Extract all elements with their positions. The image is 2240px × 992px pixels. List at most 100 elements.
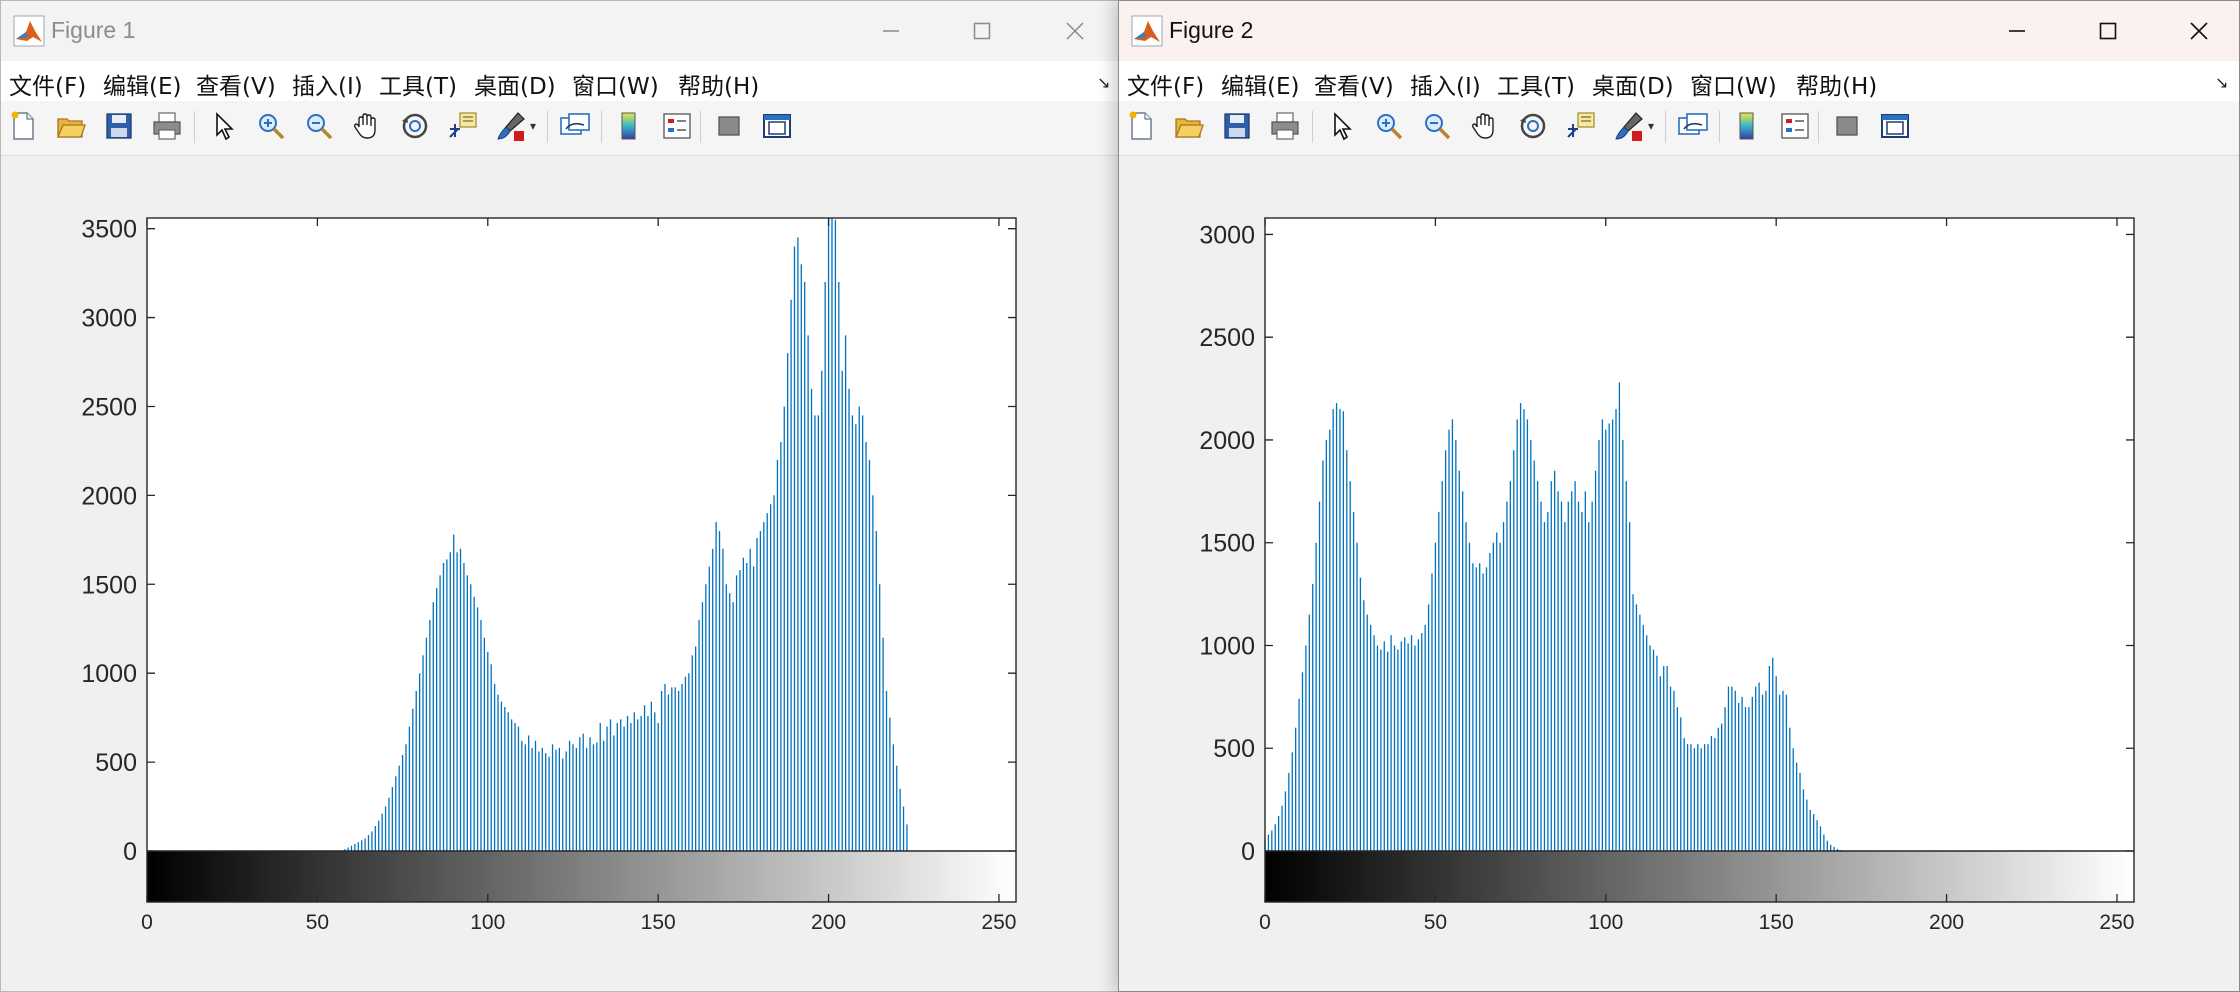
zoom-out-button[interactable] xyxy=(1420,109,1454,143)
menu-desktop[interactable]: 桌面(D) xyxy=(474,67,556,101)
close-button[interactable] xyxy=(1053,9,1097,53)
brush-dropdown-arrow-icon[interactable]: ▾ xyxy=(1648,119,1654,133)
axes-background xyxy=(1265,218,2134,902)
rotate-3d-icon xyxy=(402,113,428,139)
brush-button[interactable] xyxy=(494,109,528,143)
show-plot-tools-icon xyxy=(1881,114,1909,138)
y-tick-label: 3500 xyxy=(81,216,137,244)
y-tick-label: 2500 xyxy=(81,393,137,421)
zoom-out-button[interactable] xyxy=(302,109,336,143)
print-icon xyxy=(1271,112,1299,140)
pan-hand-icon xyxy=(353,113,376,139)
data-cursor-icon xyxy=(1567,112,1595,138)
histogram-axes[interactable]: 0 500 1000 1500 2000 2500 3000 0 50 100 150 200 250 xyxy=(1119,156,2240,992)
maximize-button[interactable] xyxy=(2086,9,2130,53)
brush-dropdown-arrow-icon[interactable]: ▾ xyxy=(530,119,536,133)
show-plot-tools-button[interactable] xyxy=(1878,109,1912,143)
maximize-icon xyxy=(973,22,991,40)
minimize-icon xyxy=(2009,30,2025,32)
new-figure-button[interactable] xyxy=(1124,109,1158,143)
data-cursor-button[interactable] xyxy=(1564,109,1598,143)
menu-help[interactable]: 帮助(H) xyxy=(1796,67,1877,101)
y-tick-label: 500 xyxy=(95,749,137,777)
menu-tools[interactable]: 工具(T) xyxy=(379,67,457,101)
menu-insert[interactable]: 插入(I) xyxy=(292,67,363,101)
maximize-button[interactable] xyxy=(960,9,1004,53)
figure-window-1: Figure 1 文件(F) 编辑(E) 查看(V) 插入(I) 工具(T) 桌… xyxy=(0,0,1120,992)
new-figure-button[interactable] xyxy=(6,109,40,143)
brush-icon xyxy=(497,112,525,141)
pointer-button[interactable] xyxy=(206,109,240,143)
gray-colorbar xyxy=(1265,851,2134,902)
menu-edit[interactable]: 编辑(E) xyxy=(103,67,181,101)
legend-button[interactable] xyxy=(1778,109,1812,143)
menu-help[interactable]: 帮助(H) xyxy=(678,67,759,101)
minimize-button[interactable] xyxy=(869,9,913,53)
title-bar[interactable]: Figure 1 xyxy=(1,1,1119,61)
save-button[interactable] xyxy=(102,109,136,143)
menu-view[interactable]: 查看(V) xyxy=(1314,67,1394,101)
save-button[interactable] xyxy=(1220,109,1254,143)
toolbar-separator xyxy=(1719,111,1720,143)
menu-edit[interactable]: 编辑(E) xyxy=(1221,67,1299,101)
menu-window[interactable]: 窗口(W) xyxy=(572,67,659,101)
pan-hand-button[interactable] xyxy=(350,109,384,143)
hide-plot-tools-icon xyxy=(1836,116,1858,136)
x-tick-label: 150 xyxy=(1759,911,1794,934)
legend-button[interactable] xyxy=(660,109,694,143)
y-tick-label: 1000 xyxy=(1199,632,1255,660)
dock-arrow-icon[interactable]: ↘ xyxy=(2215,73,2228,93)
link-plot-button[interactable] xyxy=(1676,109,1710,143)
x-tick-label: 0 xyxy=(1259,911,1271,934)
new-figure-icon xyxy=(1129,111,1152,140)
close-icon xyxy=(2190,22,2208,40)
pan-hand-icon xyxy=(1471,113,1494,139)
toolbar-separator xyxy=(1665,111,1666,143)
minimize-icon xyxy=(883,30,899,32)
y-tick-label: 1500 xyxy=(81,571,137,599)
close-button[interactable] xyxy=(2177,9,2221,53)
hide-plot-tools-button[interactable] xyxy=(1830,109,1864,143)
dock-arrow-icon[interactable]: ↘ xyxy=(1097,73,1110,93)
menu-file[interactable]: 文件(F) xyxy=(9,67,86,101)
new-figure-icon xyxy=(11,111,34,140)
show-plot-tools-icon xyxy=(763,114,791,138)
x-tick-label: 100 xyxy=(470,911,505,934)
rotate-3d-button[interactable] xyxy=(398,109,432,143)
x-tick-label: 0 xyxy=(141,911,153,934)
data-cursor-button[interactable] xyxy=(446,109,480,143)
toolbar-separator xyxy=(547,111,548,143)
show-plot-tools-button[interactable] xyxy=(760,109,794,143)
menu-desktop[interactable]: 桌面(D) xyxy=(1592,67,1674,101)
colorbar-button[interactable] xyxy=(1730,109,1764,143)
figure-toolbar: ▾ xyxy=(1119,101,2239,156)
pointer-button[interactable] xyxy=(1324,109,1358,143)
toolbar-separator xyxy=(1818,111,1819,143)
open-file-button[interactable] xyxy=(54,109,88,143)
menu-window[interactable]: 窗口(W) xyxy=(1690,67,1777,101)
histogram-axes[interactable]: 0 500 1000 1500 2000 2500 3000 3500 0 50 100 150 200… xyxy=(1,156,1120,992)
close-icon xyxy=(1066,22,1084,40)
x-tick-label: 200 xyxy=(1929,911,1964,934)
link-plot-icon xyxy=(1678,113,1708,135)
minimize-button[interactable] xyxy=(1995,9,2039,53)
print-button[interactable] xyxy=(150,109,184,143)
zoom-in-button[interactable] xyxy=(254,109,288,143)
menu-view[interactable]: 查看(V) xyxy=(196,67,276,101)
save-icon xyxy=(106,113,132,139)
menu-insert[interactable]: 插入(I) xyxy=(1410,67,1481,101)
brush-button[interactable] xyxy=(1612,109,1646,143)
menu-tools[interactable]: 工具(T) xyxy=(1497,67,1575,101)
title-bar[interactable]: Figure 2 xyxy=(1119,1,2239,61)
pan-hand-button[interactable] xyxy=(1468,109,1502,143)
zoom-in-button[interactable] xyxy=(1372,109,1406,143)
pointer-icon xyxy=(1334,112,1352,141)
rotate-3d-button[interactable] xyxy=(1516,109,1550,143)
link-plot-button[interactable] xyxy=(558,109,592,143)
toolbar-separator xyxy=(700,111,701,143)
menu-file[interactable]: 文件(F) xyxy=(1127,67,1204,101)
open-file-button[interactable] xyxy=(1172,109,1206,143)
colorbar-button[interactable] xyxy=(612,109,646,143)
hide-plot-tools-button[interactable] xyxy=(712,109,746,143)
print-button[interactable] xyxy=(1268,109,1302,143)
